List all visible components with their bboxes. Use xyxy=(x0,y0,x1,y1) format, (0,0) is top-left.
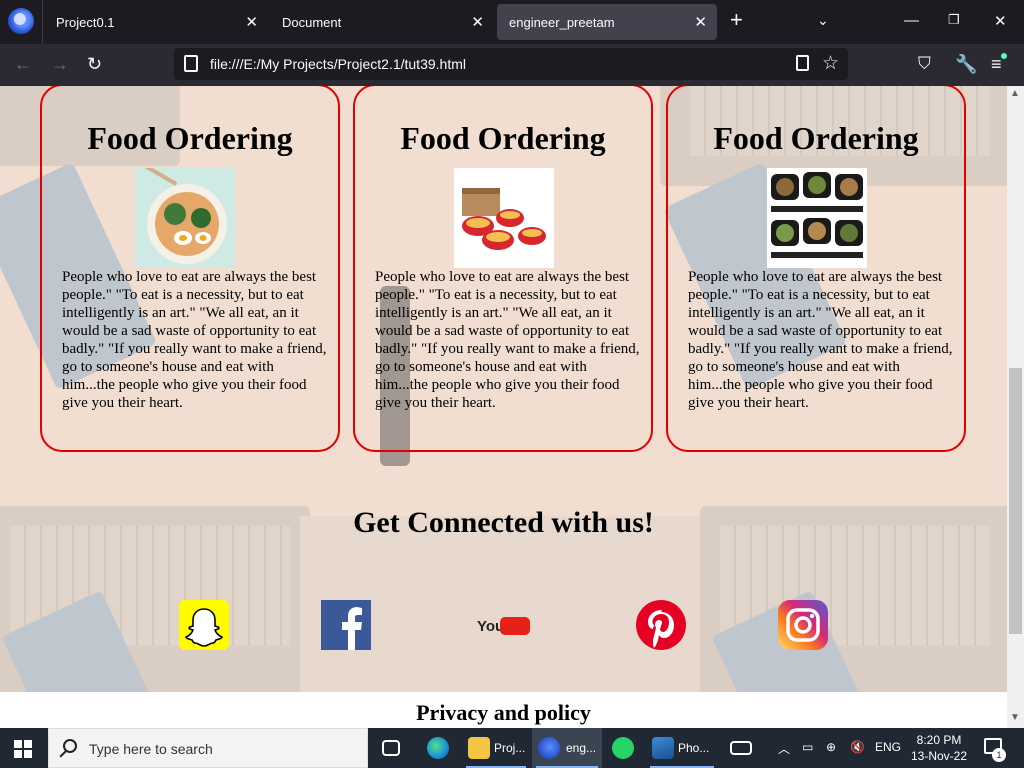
bookmark-star-icon[interactable]: ☆ xyxy=(822,52,839,75)
close-icon[interactable]: ✕ xyxy=(471,13,484,31)
pocket-icon[interactable]: ⛉ xyxy=(918,54,931,74)
card-text: People who love to eat are always the be… xyxy=(688,269,953,411)
search-placeholder: Type here to search xyxy=(89,741,213,757)
back-arrow-icon[interactable]: ← xyxy=(14,54,32,74)
search-icon xyxy=(63,739,77,753)
url-text[interactable]: file:///E:/My Projects/Project2.1/tut39.… xyxy=(210,56,466,72)
minimize-button[interactable]: — xyxy=(904,12,919,29)
language-indicator[interactable]: ENG xyxy=(875,740,901,754)
task-view-icon[interactable] xyxy=(376,728,410,768)
tab-title: engineer_preetam xyxy=(509,15,615,30)
scroll-thumb[interactable] xyxy=(1009,368,1022,634)
tab-separator xyxy=(42,0,43,44)
meal-boxes-image xyxy=(454,168,554,268)
page-icon xyxy=(184,55,198,72)
url-bar[interactable]: file:///E:/My Projects/Project2.1/tut39.… xyxy=(174,48,848,80)
connect-heading: Get Connected with us! xyxy=(353,506,654,539)
battery-icon[interactable]: ▭ xyxy=(802,740,813,754)
wrench-icon[interactable]: 🔧 xyxy=(955,54,977,74)
reload-icon[interactable]: ↻ xyxy=(87,54,102,74)
facebook-icon[interactable] xyxy=(321,600,371,650)
ramen-bowl-image xyxy=(135,168,235,268)
card-row: Food Ordering People who love to eat are… xyxy=(0,86,1007,452)
browser-nav-bar: ← → ↻ file:///E:/My Projects/Project2.1/… xyxy=(0,44,1024,86)
system-clock[interactable]: 8:20 PM 13-Nov-22 xyxy=(908,732,970,764)
clock-date: 13-Nov-22 xyxy=(910,749,968,763)
food-card: Food Ordering People who love to eat are… xyxy=(40,86,340,452)
card-text: People who love to eat are always the be… xyxy=(62,269,327,411)
taskbar-label: Pho... xyxy=(678,741,710,755)
card-text: People who love to eat are always the be… xyxy=(375,269,640,411)
footer: Privacy and policy xyxy=(0,692,1007,728)
tab-document[interactable]: Document ✕ xyxy=(270,4,494,40)
meal-prep-image xyxy=(767,168,867,268)
card-title: Food Ordering xyxy=(400,120,606,156)
food-card: Food Ordering People who love to eat are… xyxy=(666,86,966,452)
keyboard-app-icon[interactable] xyxy=(724,728,758,768)
firefox-logo-icon[interactable] xyxy=(8,8,34,34)
privacy-policy-link[interactable]: Privacy and policy xyxy=(0,700,1007,726)
snapchat-icon[interactable] xyxy=(179,600,229,650)
close-icon[interactable]: ✕ xyxy=(694,13,707,31)
reader-view-icon[interactable] xyxy=(796,55,809,71)
page-scrollbar[interactable]: ▲ ▼ xyxy=(1007,86,1024,728)
restore-button[interactable]: ❐ xyxy=(948,12,960,28)
instagram-icon[interactable] xyxy=(778,600,828,650)
tab-title: Project0.1 xyxy=(56,15,115,30)
close-icon[interactable]: ✕ xyxy=(245,13,258,31)
tab-engineer-preetam[interactable]: engineer_preetam ✕ xyxy=(497,4,717,40)
clock-time: 8:20 PM xyxy=(916,733,962,747)
windows-taskbar: Type here to search Proj... eng... Pho..… xyxy=(0,728,1024,768)
edge-browser-icon[interactable] xyxy=(420,728,456,768)
food-card: Food Ordering People who love to eat are xyxy=(353,86,653,452)
notification-count-badge: 1 xyxy=(992,748,1006,762)
page-viewport: Food Ordering People who love to eat are… xyxy=(0,86,1007,728)
network-globe-icon[interactable]: ⊕ xyxy=(826,740,836,754)
firefox-icon xyxy=(538,737,560,759)
taskbar-item-firefox[interactable]: eng... xyxy=(532,728,602,768)
new-tab-button[interactable]: + xyxy=(730,9,743,31)
taskbar-search-box[interactable]: Type here to search xyxy=(48,728,368,768)
file-explorer-icon xyxy=(468,737,490,759)
scroll-down-arrow-icon[interactable]: ▼ xyxy=(1010,712,1020,723)
taskbar-label: eng... xyxy=(566,741,597,755)
tab-project01[interactable]: Project0.1 ✕ xyxy=(44,4,268,40)
scroll-up-arrow-icon[interactable]: ▲ xyxy=(1010,88,1020,99)
windows-start-icon[interactable] xyxy=(14,740,32,758)
pinterest-icon[interactable] xyxy=(636,600,686,650)
close-window-button[interactable]: ✕ xyxy=(994,12,1007,30)
whatsapp-icon[interactable] xyxy=(606,728,642,768)
taskbar-item-projects[interactable]: Proj... xyxy=(462,728,530,768)
volume-muted-icon[interactable]: 🔇 xyxy=(850,740,865,754)
chevron-up-icon[interactable]: ︿ xyxy=(778,740,790,757)
photos-icon xyxy=(652,737,674,759)
card-title: Food Ordering xyxy=(713,120,919,156)
card-title: Food Ordering xyxy=(87,120,293,156)
forward-arrow-icon[interactable]: → xyxy=(51,54,69,74)
chevron-down-icon[interactable]: ⌄ xyxy=(817,12,829,29)
taskbar-item-photos[interactable]: Pho... xyxy=(646,728,718,768)
menu-icon[interactable]: ≡ xyxy=(991,54,1002,74)
youtube-icon[interactable]: YouTube xyxy=(477,600,539,650)
browser-tab-bar: Project0.1 ✕ Document ✕ engineer_preetam… xyxy=(0,0,1024,44)
tab-title: Document xyxy=(282,15,342,30)
update-dot-icon xyxy=(1001,53,1007,59)
taskbar-label: Proj... xyxy=(494,741,526,755)
